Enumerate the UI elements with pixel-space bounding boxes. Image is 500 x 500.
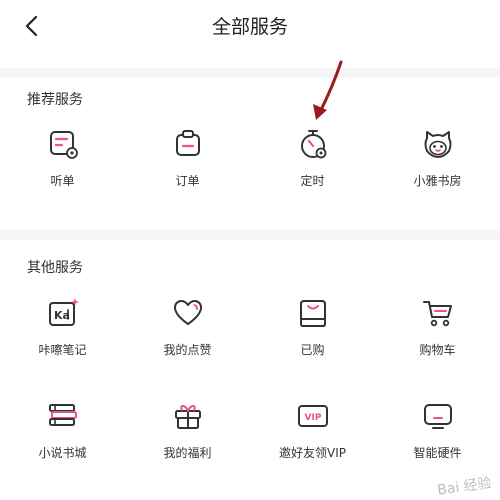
- device-icon: [423, 404, 452, 429]
- service-label: 咔嚓笔记: [38, 343, 87, 357]
- service-label: 我的福利: [163, 446, 212, 460]
- service-item-kaji-notes[interactable]: Ka 咔嚓笔记: [0, 297, 125, 379]
- timer-icon: [300, 130, 326, 159]
- page-title: 全部服务: [211, 16, 288, 38]
- gift-icon: [174, 405, 201, 429]
- order-list-icon: [49, 131, 78, 159]
- service-item-purchased[interactable]: 已购: [250, 297, 375, 379]
- service-item-listen-list[interactable]: 听单: [0, 128, 125, 210]
- service-label: 智能硬件: [413, 446, 462, 460]
- service-label: 小雅书房: [413, 174, 462, 188]
- service-item-timer[interactable]: 定时: [250, 128, 375, 210]
- service-label: 小说书城: [38, 446, 87, 460]
- header: 全部服务: [0, 0, 500, 52]
- books-icon: [48, 404, 77, 426]
- service-label: 我的点赞: [163, 343, 212, 357]
- section-title-other: 其他服务: [27, 260, 83, 276]
- kaji-note-icon: Ka: [48, 298, 79, 326]
- service-label: 购物车: [419, 343, 456, 357]
- service-label: 已购: [300, 343, 325, 357]
- service-item-orders[interactable]: 订单: [125, 128, 250, 210]
- service-item-smart-hardware[interactable]: 智能硬件: [375, 400, 500, 482]
- divider: [0, 68, 500, 78]
- cat-avatar-icon: [424, 131, 451, 158]
- service-item-shopping-cart[interactable]: 购物车: [375, 297, 500, 379]
- service-item-invite-vip[interactable]: VIP 邀好友领VIP: [250, 400, 375, 482]
- service-label: 定时: [300, 174, 325, 188]
- vip-icon: VIP: [297, 405, 328, 427]
- divider: [0, 230, 500, 240]
- section-title-recommended: 推荐服务: [27, 92, 83, 108]
- service-label: 订单: [175, 174, 200, 188]
- heart-icon: [173, 300, 202, 325]
- service-item-xiaoya-study[interactable]: 小雅书房: [375, 128, 500, 210]
- purchased-icon: [299, 300, 326, 327]
- svg-text:VIP: VIP: [304, 413, 321, 423]
- service-item-my-likes[interactable]: 我的点赞: [125, 297, 250, 379]
- service-label: 邀好友领VIP: [279, 446, 346, 460]
- cart-icon: [422, 301, 452, 327]
- service-item-my-benefits[interactable]: 我的福利: [125, 400, 250, 482]
- service-item-novel-store[interactable]: 小说书城: [0, 400, 125, 482]
- clipboard-icon: [175, 130, 200, 156]
- service-label: 听单: [50, 174, 75, 188]
